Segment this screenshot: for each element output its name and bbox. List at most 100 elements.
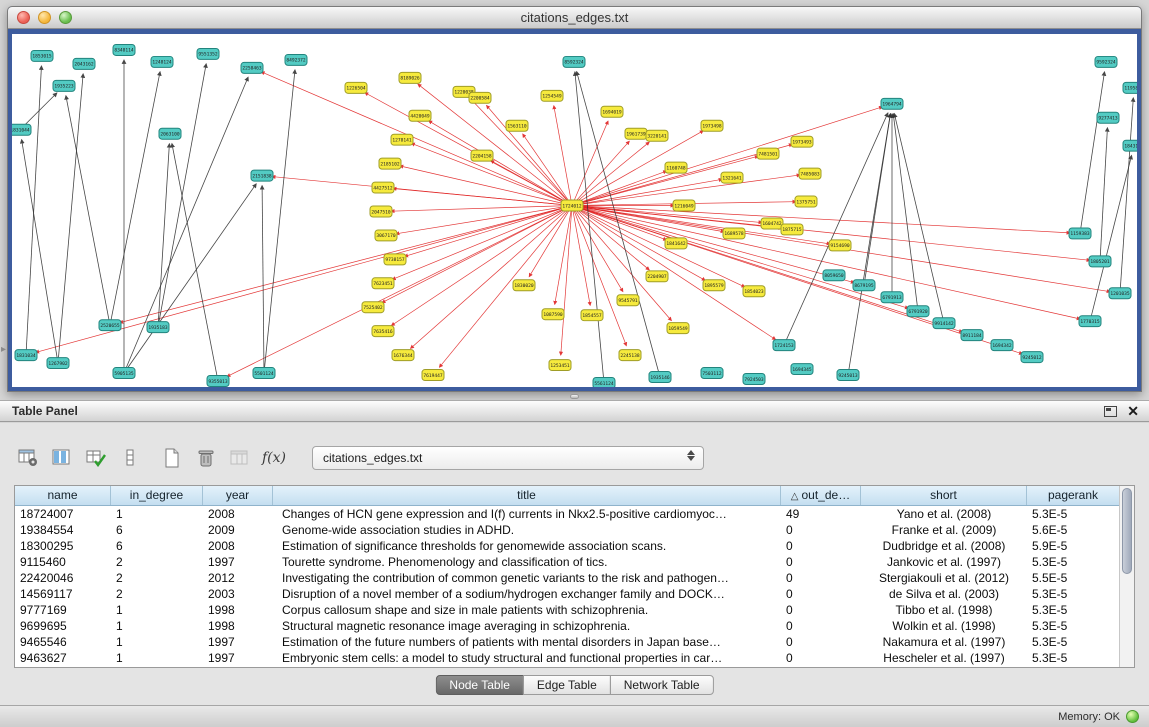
- panel-collapse-arrow-icon[interactable]: ▸: [1, 344, 6, 355]
- graph-node[interactable]: 1724153: [773, 340, 795, 351]
- graph-edge[interactable]: [572, 206, 1080, 319]
- graph-edge[interactable]: [172, 144, 218, 382]
- vertical-scrollbar[interactable]: [1119, 486, 1134, 667]
- graph-node[interactable]: 1831034: [15, 350, 37, 361]
- table-row[interactable]: 969969511998Structural magnetic resonanc…: [15, 618, 1119, 634]
- column-header-out_degree[interactable]: △out_de…: [781, 486, 861, 505]
- graph-edge[interactable]: [418, 84, 572, 205]
- graph-edge[interactable]: [572, 206, 626, 346]
- graph-node[interactable]: 9277413: [1097, 112, 1119, 123]
- graph-edge[interactable]: [66, 96, 110, 326]
- graph-edge[interactable]: [58, 74, 83, 363]
- graph-node[interactable]: 1973493: [791, 136, 813, 147]
- graph-edge[interactable]: [572, 206, 1090, 261]
- graph-edge[interactable]: [410, 206, 572, 349]
- graph-node[interactable]: 5561124: [593, 378, 615, 387]
- column-header-pagerank[interactable]: pagerank: [1027, 486, 1119, 505]
- delete-icon[interactable]: [192, 444, 220, 472]
- graph-node[interactable]: 1087590: [542, 309, 564, 320]
- table-mode-icon[interactable]: [14, 444, 42, 472]
- graph-node[interactable]: 2245138: [619, 350, 641, 361]
- graph-edge[interactable]: [572, 206, 1070, 233]
- new-file-icon[interactable]: [158, 444, 186, 472]
- row-options-icon[interactable]: [116, 444, 144, 472]
- graph-edge[interactable]: [1120, 98, 1133, 293]
- function-builder-icon[interactable]: f(x): [260, 444, 288, 472]
- graph-node[interactable]: 1201035: [1109, 288, 1131, 299]
- graph-node[interactable]: 7481501: [757, 148, 779, 159]
- graph-node[interactable]: 1973498: [701, 120, 723, 131]
- graph-node[interactable]: 1267902: [47, 358, 69, 369]
- graph-edge[interactable]: [572, 121, 608, 206]
- table-row[interactable]: 946554611997Estimation of the future num…: [15, 634, 1119, 650]
- graph-node[interactable]: 1770315: [1079, 316, 1101, 327]
- graph-node[interactable]: 2047510: [370, 206, 392, 217]
- graph-node[interactable]: 2204907: [646, 271, 668, 282]
- graph-node[interactable]: 9355013: [207, 376, 229, 387]
- window-titlebar[interactable]: citations_edges.txt: [8, 7, 1141, 29]
- graph-node[interactable]: 1854557: [581, 310, 603, 321]
- table-row[interactable]: 1938455462009Genome-wide association stu…: [15, 522, 1119, 538]
- graph-edge[interactable]: [561, 206, 572, 356]
- minimize-button-icon[interactable]: [38, 11, 51, 24]
- graph-node[interactable]: 7503112: [701, 368, 723, 379]
- graph-node[interactable]: 7619447: [422, 370, 444, 381]
- graph-node[interactable]: 9245012: [1021, 352, 1043, 363]
- edit-columns-icon[interactable]: [82, 444, 110, 472]
- graph-node[interactable]: 1160748: [665, 162, 687, 173]
- graph-node[interactable]: 2204158: [471, 150, 493, 161]
- graph-node[interactable]: 1694342: [991, 340, 1013, 351]
- graph-edge[interactable]: [429, 121, 572, 206]
- column-header-name[interactable]: name: [15, 486, 111, 505]
- table-row[interactable]: 1830029562008Estimation of significance …: [15, 538, 1119, 554]
- graph-node[interactable]: 9545791: [617, 295, 639, 306]
- network-canvas[interactable]: 1853015204316283481141248124955135222584…: [12, 34, 1137, 387]
- graph-node[interactable]: 7485083: [799, 168, 821, 179]
- graph-node[interactable]: 1935223: [53, 80, 75, 91]
- graph-edge[interactable]: [391, 206, 572, 326]
- graph-node[interactable]: 1724012: [561, 200, 583, 211]
- graph-edge[interactable]: [110, 72, 160, 325]
- table-row[interactable]: 977716911998Corpus callosum shape and si…: [15, 602, 1119, 618]
- graph-node[interactable]: 8059650: [823, 270, 845, 281]
- table-row[interactable]: 1872400712008Changes of HCN gene express…: [15, 506, 1119, 522]
- graph-edge[interactable]: [439, 206, 572, 368]
- graph-node[interactable]: 5905135: [113, 368, 135, 379]
- graph-node[interactable]: 2063100: [159, 128, 181, 139]
- show-columns-icon[interactable]: [48, 444, 76, 472]
- graph-node[interactable]: 1961739: [625, 128, 647, 139]
- graph-node[interactable]: 9738157: [384, 254, 406, 265]
- graph-node[interactable]: 8679195: [853, 280, 875, 291]
- graph-node[interactable]: 4427512: [372, 182, 394, 193]
- table-row[interactable]: 946362711997Embryonic stem cells: a mode…: [15, 650, 1119, 666]
- graph-node[interactable]: 1321641: [721, 172, 743, 183]
- graph-node[interactable]: 1853015: [31, 50, 53, 61]
- network-graph[interactable]: 1853015204316283481141248124955135222584…: [12, 34, 1137, 387]
- graph-node[interactable]: 1875715: [781, 224, 803, 235]
- graph-edge[interactable]: [572, 141, 629, 205]
- graph-node[interactable]: 9154690: [829, 240, 851, 251]
- graph-node[interactable]: 1159383: [1069, 228, 1091, 239]
- graph-node[interactable]: 9551352: [197, 48, 219, 59]
- graph-node[interactable]: 8592324: [563, 56, 585, 67]
- graph-node[interactable]: 7525402: [362, 302, 384, 313]
- graph-node[interactable]: 9914142: [933, 318, 955, 329]
- graph-node[interactable]: 8189026: [399, 72, 421, 83]
- close-panel-icon[interactable]: ✕: [1127, 404, 1139, 418]
- graph-node[interactable]: 1563110: [506, 120, 528, 131]
- graph-node[interactable]: 1805201: [1089, 256, 1111, 267]
- graph-node[interactable]: 2043162: [73, 58, 95, 69]
- zoom-button-icon[interactable]: [59, 11, 72, 24]
- tab-node-table[interactable]: Node Table: [435, 675, 524, 695]
- tab-network-table[interactable]: Network Table: [610, 675, 714, 695]
- graph-edge[interactable]: [261, 72, 572, 206]
- graph-edge[interactable]: [405, 206, 572, 257]
- graph-edge[interactable]: [1080, 72, 1105, 234]
- graph-node[interactable]: 1935146: [649, 372, 671, 383]
- graph-node[interactable]: 1676344: [392, 350, 414, 361]
- graph-node[interactable]: 1253451: [549, 360, 571, 371]
- graph-edge[interactable]: [848, 114, 890, 375]
- close-button-icon[interactable]: [17, 11, 30, 24]
- graph-node[interactable]: 1830020: [513, 280, 535, 291]
- graph-node[interactable]: 1843113: [1123, 140, 1137, 151]
